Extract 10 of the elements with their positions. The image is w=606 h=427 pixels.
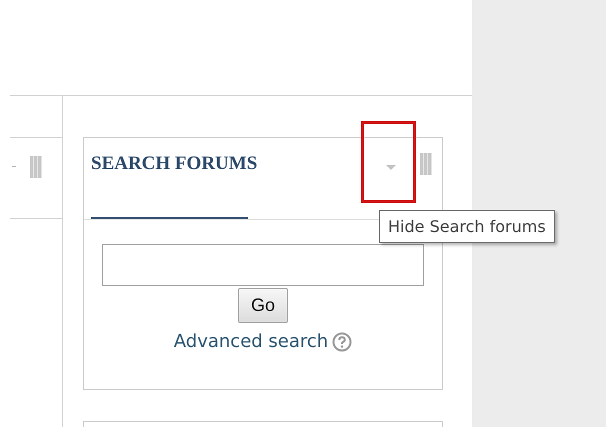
advanced-search-link[interactable]: Advanced search: [174, 331, 328, 352]
dock-icon[interactable]: [420, 153, 432, 175]
dash-icon: [12, 166, 16, 167]
dock-icon[interactable]: [30, 156, 42, 178]
help-icon[interactable]: [332, 332, 352, 352]
block-title: SEARCH FORUMS: [91, 153, 258, 175]
search-field[interactable]: [102, 244, 424, 286]
go-button[interactable]: Go: [238, 288, 288, 323]
tooltip: Hide Search forums: [379, 210, 555, 243]
collapse-caret-icon[interactable]: [386, 164, 396, 170]
